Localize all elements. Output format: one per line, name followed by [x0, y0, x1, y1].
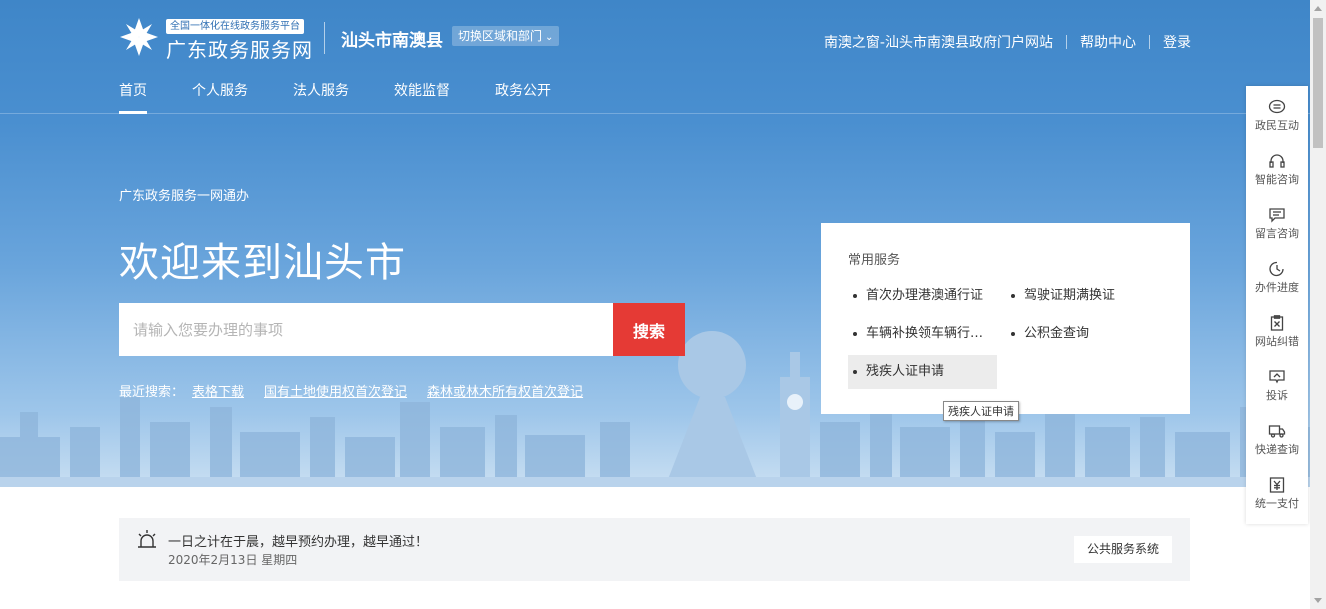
switch-region-label: 切换区域和部门 [458, 29, 543, 43]
tab-corporate-services[interactable]: 法人服务 [293, 80, 349, 114]
sidebar-item-smart-consult[interactable]: 智能咨询 [1246, 140, 1308, 194]
site-header: 全国一体化在线政务服务平台 广东政务服务网 汕头市南澳县 切换区域和部门 ⌄ 南澳… [0, 0, 1310, 114]
headset-icon [1269, 154, 1285, 168]
sidebar-item-label: 快递查询 [1255, 443, 1299, 456]
service-link-hovered[interactable]: 残疾人证申请 [848, 355, 997, 389]
header-divider [324, 22, 325, 54]
search-input[interactable] [119, 303, 613, 356]
sidebar-item-complaint[interactable]: 投诉 [1246, 356, 1308, 410]
truck-icon [1268, 425, 1286, 438]
service-link[interactable]: 车辆补换领车辆行… [848, 317, 983, 351]
current-region: 汕头市南澳县 [341, 31, 443, 51]
sidebar-item-express[interactable]: 快递查询 [1246, 410, 1308, 464]
switch-region-button[interactable]: 切换区域和部门 ⌄ [452, 26, 560, 46]
recent-searches-label: 最近搜索： [119, 385, 185, 400]
search-button[interactable]: 搜索 [613, 303, 685, 356]
chevron-down-icon: ⌄ [545, 32, 554, 43]
login-link[interactable]: 登录 [1163, 32, 1191, 52]
sidebar-item-label: 网站纠错 [1255, 335, 1299, 348]
notice-bar: 一日之计在于晨，越早预约办理，越早通过！ 2020年2月13日 星期四 公共服务… [119, 518, 1190, 581]
chat-bubble-icon [1268, 99, 1286, 114]
search-bar: 搜索 [119, 303, 685, 356]
recent-search-link[interactable]: 国有土地使用权首次登记 [264, 381, 407, 400]
clipboard-x-icon [1270, 315, 1284, 331]
notice-message: 一日之计在于晨，越早预约办理，越早通过！ [168, 535, 429, 550]
common-services-title: 常用服务 [848, 253, 901, 268]
sidebar-item-error-report[interactable]: 网站纠错 [1246, 302, 1308, 356]
service-link[interactable]: 首次办理港澳通行证 [848, 279, 983, 313]
common-services-panel: 常用服务 首次办理港澳通行证 驾驶证期满换证 车辆补换领车辆行… 公积金查询 残… [821, 223, 1190, 414]
scroll-up-arrow-icon[interactable] [1314, 6, 1322, 11]
service-link[interactable]: 公积金查询 [1006, 317, 1089, 351]
tab-home[interactable]: 首页 [119, 80, 147, 114]
sidebar-item-label: 统一支付 [1255, 497, 1299, 510]
page-scrollbar[interactable] [1310, 0, 1326, 609]
recent-search-link[interactable]: 森林或林木所有权首次登记 [427, 381, 583, 400]
notice-date: 2020年2月13日 星期四 [168, 553, 298, 567]
hero-welcome-title: 欢迎来到汕头市 [119, 240, 406, 286]
header-links: 南澳之窗-汕头市南澳县政府门户网站 帮助中心 登录 [824, 32, 1191, 52]
service-link[interactable]: 驾驶证期满换证 [1006, 279, 1115, 313]
help-center-link[interactable]: 帮助中心 [1080, 32, 1136, 52]
hover-tooltip: 残疾人证申请 [943, 401, 1019, 421]
platform-badge: 全国一体化在线政务服务平台 [166, 19, 304, 34]
sidebar-item-progress[interactable]: 办件进度 [1246, 248, 1308, 302]
link-separator [1149, 35, 1150, 49]
public-service-system-button[interactable]: 公共服务系统 [1073, 536, 1172, 563]
complaint-icon [1269, 370, 1285, 384]
sidebar-item-message-consult[interactable]: 留言咨询 [1246, 194, 1308, 248]
scroll-down-arrow-icon[interactable] [1314, 598, 1322, 603]
clock-icon [1269, 261, 1284, 277]
sidebar-item-label: 智能咨询 [1255, 173, 1299, 186]
recent-searches: 最近搜索： 表格下载 国有土地使用权首次登记 森林或林木所有权首次登记 [119, 381, 583, 400]
sidebar-item-label: 投诉 [1266, 389, 1288, 402]
floating-sidebar: 政民互动 智能咨询 留言咨询 办件进度 网站纠错 投诉 快递查询 统一支付 [1246, 86, 1308, 524]
scrollbar-thumb[interactable] [1313, 18, 1323, 148]
sidebar-item-label: 留言咨询 [1255, 227, 1299, 240]
site-name[interactable]: 广东政务服务网 [166, 34, 313, 63]
tab-personal-services[interactable]: 个人服务 [192, 80, 248, 114]
message-icon [1269, 208, 1285, 223]
tab-government-affairs[interactable]: 政务公开 [495, 80, 551, 114]
sidebar-item-interaction[interactable]: 政民互动 [1246, 86, 1308, 140]
alarm-light-icon [138, 530, 156, 548]
main-nav: 首页 个人服务 法人服务 效能监督 政务公开 [119, 80, 596, 114]
sidebar-item-label: 政民互动 [1255, 119, 1299, 132]
recent-search-link[interactable]: 表格下载 [192, 381, 244, 400]
hero-tagline: 广东政务服务一网通办 [119, 189, 250, 204]
sidebar-item-label: 办件进度 [1255, 281, 1299, 294]
link-separator [1066, 35, 1067, 49]
sidebar-item-payment[interactable]: 统一支付 [1246, 464, 1308, 518]
county-portal-link[interactable]: 南澳之窗-汕头市南澳县政府门户网站 [824, 32, 1053, 52]
tab-efficiency-supervision[interactable]: 效能监督 [394, 80, 450, 114]
yuan-icon [1269, 477, 1285, 493]
site-logo-icon[interactable] [118, 16, 160, 58]
